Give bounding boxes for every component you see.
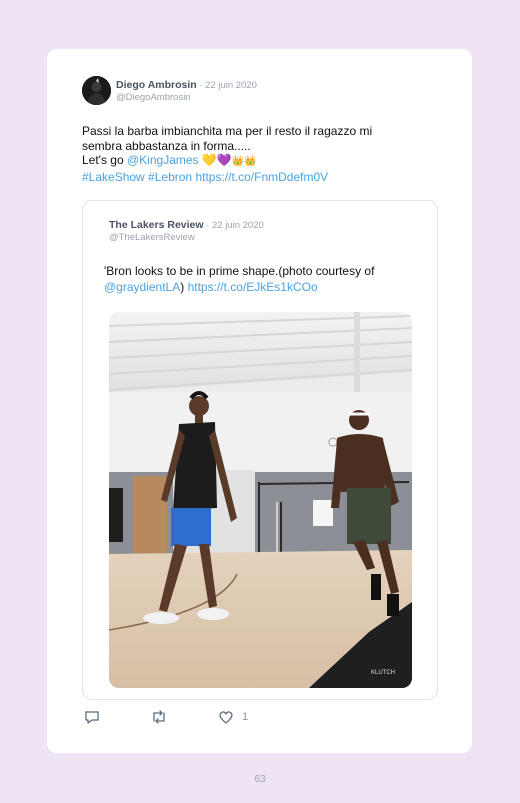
- quoted-author-name-text[interactable]: The Lakers Review: [109, 219, 204, 231]
- quoted-paren: ): [180, 279, 188, 294]
- tweet-line-3: Let's go @KingJames 💛💜👑👑: [82, 153, 422, 170]
- author-handle[interactable]: @DiegoAmbrosin: [116, 92, 191, 103]
- tweet-actions: 1: [82, 709, 282, 727]
- tweet-line-4: #LakeShow #Lebron https://t.co/FnmDdefm0…: [82, 170, 422, 185]
- quoted-author-handle[interactable]: @TheLakersReview: [109, 232, 195, 243]
- quoted-tweet[interactable]: The Lakers Review · 22 juin 2020 @TheLak…: [82, 200, 438, 700]
- photo-wall-clock: [328, 437, 338, 447]
- tweet-body: Passi la barba imbianchita ma per il res…: [82, 124, 422, 185]
- tweet-card: Diego Ambrosin · 22 juin 2020 @DiegoAmbr…: [47, 49, 472, 753]
- tweet-line-1: Passi la barba imbianchita ma per il res…: [82, 124, 373, 138]
- author-name-text[interactable]: Diego Ambrosin: [116, 79, 197, 91]
- crown-emoji: 👑👑: [231, 156, 257, 168]
- quoted-photo[interactable]: KLUTCH: [109, 312, 412, 688]
- reply-icon[interactable]: [84, 709, 100, 730]
- mention-link[interactable]: @KingJames: [127, 153, 199, 167]
- author-name[interactable]: Diego Ambrosin · 22 juin 2020: [116, 79, 257, 91]
- hashtag-links[interactable]: #LakeShow #Lebron: [82, 170, 192, 184]
- tweet-line-3-prefix: Let's go: [82, 153, 127, 168]
- quoted-url-link[interactable]: https://t.co/EJkEs1kCOo: [188, 280, 318, 294]
- quoted-line-1: 'Bron looks to be in prime shape.(photo …: [104, 264, 375, 278]
- page-number: 63: [254, 774, 266, 785]
- photo-wood-door: [133, 476, 167, 556]
- photo-watermark: KLUTCH: [371, 670, 395, 676]
- tweet-line-2: sembra abbastanza in forma.....: [82, 138, 251, 153]
- like-count: 1: [242, 711, 249, 723]
- quoted-body: 'Bron looks to be in prime shape.(photo …: [104, 264, 424, 295]
- tweet-date: · 22 juin 2020: [196, 80, 257, 91]
- author-avatar[interactable]: [82, 76, 111, 105]
- like-heart-icon[interactable]: [218, 709, 234, 730]
- tweet-url-link[interactable]: https://t.co/FnmDdefm0V: [195, 170, 328, 184]
- quoted-date: · 22 juin 2020: [203, 220, 264, 231]
- photo-poster: [313, 500, 333, 526]
- quoted-mention-link[interactable]: @graydientLA: [104, 280, 180, 294]
- retweet-icon[interactable]: [150, 709, 168, 730]
- quoted-author-name[interactable]: The Lakers Review · 22 juin 2020: [109, 219, 264, 231]
- quoted-line-2: @graydientLA) https://t.co/EJkEs1kCOo: [104, 280, 424, 296]
- photo-left-door: [109, 488, 123, 542]
- yellow-heart-emoji: 💛: [201, 153, 217, 168]
- purple-heart-emoji: 💜: [216, 153, 232, 168]
